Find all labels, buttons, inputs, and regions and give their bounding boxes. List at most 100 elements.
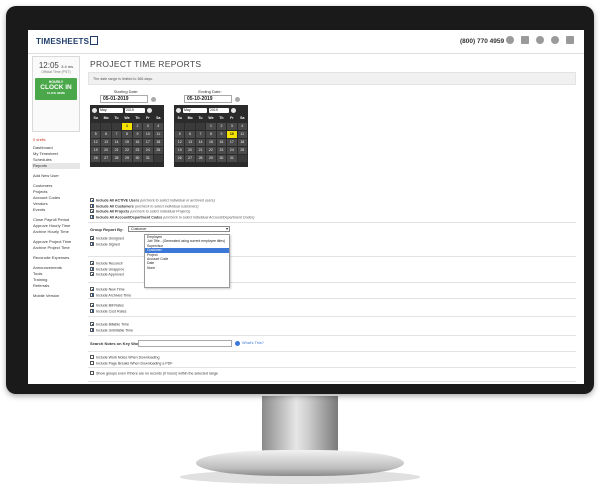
calendar-day[interactable]: 31	[143, 155, 153, 162]
calendar-day[interactable]: 21	[195, 147, 206, 154]
checkbox-row[interactable]: Include New Time	[90, 287, 125, 292]
calendar-day[interactable]: 12	[175, 139, 185, 146]
calendar-day[interactable]: 21	[111, 147, 122, 154]
checkbox-row[interactable]: Include All Customers (uncheck to select…	[90, 203, 199, 209]
calendar-day[interactable]: 31	[227, 155, 237, 162]
calendar-day[interactable]: 11	[153, 131, 163, 138]
prev-month-icon[interactable]	[176, 107, 181, 113]
checkbox-row[interactable]: Include Unapprov	[90, 266, 124, 272]
calendar-day[interactable]: 10	[143, 131, 153, 138]
calendar-day[interactable]: 13	[185, 139, 195, 146]
car-icon[interactable]	[506, 36, 514, 44]
calendar-day[interactable]: 22	[122, 147, 132, 154]
calendar-day[interactable]: 22	[206, 147, 216, 154]
calendar-day[interactable]: 2	[132, 123, 143, 130]
checkbox[interactable]	[90, 360, 94, 365]
calendar-day[interactable]: 26	[175, 155, 185, 162]
calendar-day[interactable]: 29	[122, 155, 132, 162]
calendar-day[interactable]: 5	[91, 131, 101, 138]
checkbox-row[interactable]: Include Billable Time	[90, 322, 129, 327]
calendar-day[interactable]: 4	[237, 123, 247, 130]
search-notes-input[interactable]	[138, 340, 232, 347]
calendar-day[interactable]: 8	[122, 131, 132, 138]
end-month-select[interactable]: May	[183, 107, 207, 113]
sidebar-item-mobile-version[interactable]: Mobile Version	[32, 293, 80, 299]
start-date-input[interactable]: 05-01-2019	[100, 95, 148, 103]
shifts-label[interactable]: 0 shifts	[33, 137, 80, 142]
checkbox[interactable]	[90, 303, 94, 307]
calendar-day[interactable]: 30	[132, 155, 143, 162]
checkbox[interactable]	[90, 355, 94, 359]
checkbox-row[interactable]: Include Unbillable Time	[90, 327, 133, 333]
start-calendar-icon[interactable]	[151, 96, 156, 102]
calendar-day[interactable]: 6	[101, 131, 111, 138]
calendar-day[interactable]: 13	[101, 139, 111, 146]
calendar-day[interactable]: 18	[153, 139, 163, 146]
start-month-select[interactable]: May	[99, 107, 123, 113]
next-month-icon[interactable]	[147, 107, 152, 113]
calendar-day[interactable]: 27	[185, 155, 195, 162]
checkbox-row[interactable]: Include Archived Time	[90, 292, 131, 298]
group-by-select[interactable]: Customer	[128, 226, 230, 232]
checkbox[interactable]	[90, 266, 94, 271]
calendar-day[interactable]: 26	[91, 155, 101, 162]
checkbox-row[interactable]: Show groups even if there are no records…	[90, 371, 218, 376]
checkbox[interactable]	[90, 292, 94, 297]
checkbox-row[interactable]: Include Approved	[90, 272, 124, 277]
calendar-day[interactable]: 4	[153, 123, 163, 130]
checkbox[interactable]	[90, 272, 94, 276]
calendar-day[interactable]: 7	[111, 131, 122, 138]
calendar-day[interactable]: 9	[216, 131, 227, 138]
checkbox[interactable]	[90, 327, 94, 332]
calendar-day[interactable]: 25	[237, 147, 247, 154]
calendar-day[interactable]: 20	[185, 147, 195, 154]
calendar-day[interactable]: 1	[206, 123, 216, 130]
logo[interactable]: TIMESHEETS	[36, 36, 99, 46]
clock-in-button[interactable]: HOURLY CLOCK IN CLICK HERE	[35, 78, 77, 100]
gear-icon[interactable]	[551, 36, 559, 44]
calendar-day[interactable]: 14	[195, 139, 206, 146]
checkbox-row[interactable]: Include Bill Rates	[90, 303, 124, 308]
info-icon[interactable]	[235, 341, 240, 346]
start-year-select[interactable]: 2019	[125, 107, 145, 113]
prev-month-icon[interactable]	[92, 107, 97, 113]
end-calendar-icon[interactable]	[235, 96, 240, 102]
calendar-day[interactable]: 25	[153, 147, 163, 154]
end-year-select[interactable]: 2019	[209, 107, 229, 113]
checkbox-row[interactable]: Include Work Notes When Downloading	[90, 355, 159, 360]
calendar-day[interactable]: 23	[216, 147, 227, 154]
end-date-input[interactable]: 05-10-2019	[184, 95, 232, 103]
calendar-day[interactable]: 1	[122, 123, 132, 130]
calendar-day[interactable]: 14	[111, 139, 122, 146]
calendar-day[interactable]: 23	[132, 147, 143, 154]
calendar-day[interactable]: 16	[216, 139, 227, 146]
logout-icon[interactable]	[566, 36, 574, 44]
calendar-day[interactable]: 16	[132, 139, 143, 146]
help-icon[interactable]	[536, 36, 544, 44]
calendar-day[interactable]: 3	[227, 123, 237, 130]
calendar-day[interactable]: 24	[227, 147, 237, 154]
calendar-day[interactable]: 18	[237, 139, 247, 146]
calendar-day[interactable]: 20	[101, 147, 111, 154]
checkbox[interactable]	[90, 287, 94, 291]
checkbox[interactable]	[90, 214, 94, 219]
calendar-day[interactable]: 17	[143, 139, 153, 146]
calendar-day[interactable]: 6	[185, 131, 195, 138]
calendar-day[interactable]: 7	[195, 131, 206, 138]
checkbox-row[interactable]: Include Unsigned	[90, 236, 124, 241]
checkbox[interactable]	[90, 371, 94, 375]
checkbox-row[interactable]: Include Reconcil	[90, 261, 122, 266]
checkbox-row[interactable]: Include Cost Rates	[90, 308, 126, 314]
calendar-day[interactable]: 19	[175, 147, 185, 154]
checkbox-row[interactable]: Include All ACTIVE Users (uncheck to sel…	[90, 198, 215, 203]
calendar-day[interactable]: 15	[206, 139, 216, 146]
checkbox-row[interactable]: Include Signed	[90, 241, 120, 247]
checkbox-row[interactable]: Include Page Breaks When Downloading a P…	[90, 360, 173, 366]
calendar-day[interactable]: 8	[206, 131, 216, 138]
checkbox[interactable]	[90, 322, 94, 326]
calendar-day[interactable]: 9	[132, 131, 143, 138]
calendar-day[interactable]: 30	[216, 155, 227, 162]
calendar-day[interactable]: 10	[227, 131, 237, 138]
checkbox[interactable]	[90, 209, 94, 213]
checkbox[interactable]	[90, 241, 94, 246]
